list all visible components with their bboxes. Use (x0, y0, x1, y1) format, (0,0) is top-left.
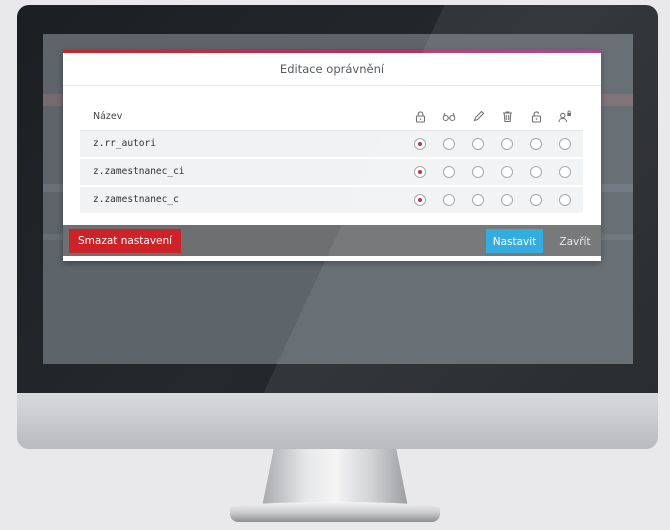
permission-radio-edit[interactable] (468, 134, 488, 154)
close-button[interactable]: Zavřít (553, 229, 597, 253)
monitor-stand (262, 449, 408, 507)
permission-radio-delete[interactable] (497, 162, 517, 182)
trash-icon (497, 106, 517, 126)
permission-radio-read[interactable] (439, 162, 459, 182)
permissions-table: Název z.rr_autori z.zamestnanec_ci z.zam… (80, 100, 583, 215)
screen: Editace oprávnění Název z.rr_autori z.za… (43, 34, 633, 364)
permission-radio-lock[interactable] (410, 162, 430, 182)
column-header-name: Název (93, 111, 123, 122)
dialog-title: Editace oprávnění (63, 53, 601, 86)
permission-radio-manage[interactable] (555, 190, 575, 210)
permission-radio-lock[interactable] (410, 134, 430, 154)
set-button[interactable]: Nastavit (486, 229, 543, 253)
permission-radio-read[interactable] (439, 190, 459, 210)
monitor-chin (17, 393, 658, 449)
permission-radio-manage[interactable] (555, 134, 575, 154)
role-name: z.rr_autori (93, 138, 156, 149)
role-name: z.zamestnanec_ci (93, 166, 185, 177)
permission-radio-edit[interactable] (468, 162, 488, 182)
permission-radio-unlock[interactable] (526, 162, 546, 182)
permission-radio-read[interactable] (439, 134, 459, 154)
permission-radio-unlock[interactable] (526, 190, 546, 210)
delete-settings-button[interactable]: Smazat nastavení (69, 229, 182, 253)
monitor-stand-base (230, 502, 440, 522)
permission-radio-delete[interactable] (497, 190, 517, 210)
role-name: z.zamestnanec_c (93, 194, 179, 205)
table-row: z.zamestnanec_c (80, 187, 583, 215)
permission-radio-edit[interactable] (468, 190, 488, 210)
unlock-icon (526, 106, 546, 126)
lock-icon (410, 106, 430, 126)
permission-radio-manage[interactable] (555, 162, 575, 182)
glasses-icon (439, 106, 459, 126)
permission-radio-unlock[interactable] (526, 134, 546, 154)
user-lock-icon (555, 106, 575, 126)
table-row: z.zamestnanec_ci (80, 159, 583, 187)
permission-radio-delete[interactable] (497, 134, 517, 154)
dialog-footer: Smazat nastavení Nastavit Zavřít (63, 225, 601, 256)
table-header: Název (80, 100, 583, 131)
pencil-icon (468, 106, 488, 126)
permission-radio-lock[interactable] (410, 190, 430, 210)
table-row: z.rr_autori (80, 131, 583, 159)
